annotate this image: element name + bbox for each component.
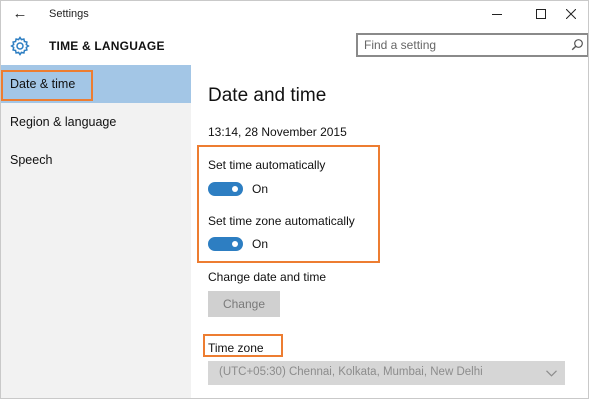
title-bar: ← Settings xyxy=(1,1,588,28)
close-icon xyxy=(566,9,576,19)
minimize-icon xyxy=(492,14,502,15)
sidebar-item-speech[interactable]: Speech xyxy=(1,141,191,179)
set-tz-auto-toggle[interactable] xyxy=(208,237,243,251)
time-zone-label: Time zone xyxy=(208,341,264,355)
time-zone-value: (UTC+05:30) Chennai, Kolkata, Mumbai, Ne… xyxy=(219,366,483,378)
highlight-box xyxy=(1,70,93,101)
search-box[interactable] xyxy=(356,33,588,57)
maximize-button[interactable] xyxy=(523,2,559,26)
sidebar-item-region-language[interactable]: Region & language xyxy=(1,103,191,141)
minimize-button[interactable] xyxy=(479,2,515,26)
sidebar: Date & time Region & language Speech xyxy=(1,65,191,398)
toggle-state: On xyxy=(252,237,269,251)
search-icon[interactable] xyxy=(571,38,584,51)
back-button[interactable]: ← xyxy=(7,3,33,25)
back-arrow-icon: ← xyxy=(12,5,28,22)
maximize-icon xyxy=(536,9,546,19)
set-time-auto-toggle[interactable] xyxy=(208,182,243,196)
sidebar-item-label: Speech xyxy=(10,153,53,167)
toggle-state: On xyxy=(252,182,269,196)
settings-window: ← Settings TIME & LANGUAGE Date & time xyxy=(0,0,589,399)
current-datetime: 13:14, 28 November 2015 xyxy=(208,125,347,139)
search-input[interactable] xyxy=(364,37,559,53)
toggle-knob xyxy=(232,186,238,192)
toggle-knob xyxy=(232,241,238,247)
gear-icon xyxy=(10,36,30,56)
section-title: TIME & LANGUAGE xyxy=(49,39,165,53)
set-tz-auto-label: Set time zone automatically xyxy=(208,214,355,228)
set-time-auto-label: Set time automatically xyxy=(208,158,326,172)
chevron-down-icon xyxy=(546,370,557,377)
close-button[interactable] xyxy=(557,2,587,26)
sidebar-item-label: Region & language xyxy=(10,115,117,129)
page-title: Date and time xyxy=(208,85,327,106)
main-content: Date and time 13:14, 28 November 2015 Se… xyxy=(191,65,588,398)
change-date-time-label: Change date and time xyxy=(208,270,327,284)
window-title: Settings xyxy=(49,8,89,20)
change-button[interactable]: Change xyxy=(208,291,280,317)
time-zone-select[interactable]: (UTC+05:30) Chennai, Kolkata, Mumbai, Ne… xyxy=(208,361,565,385)
